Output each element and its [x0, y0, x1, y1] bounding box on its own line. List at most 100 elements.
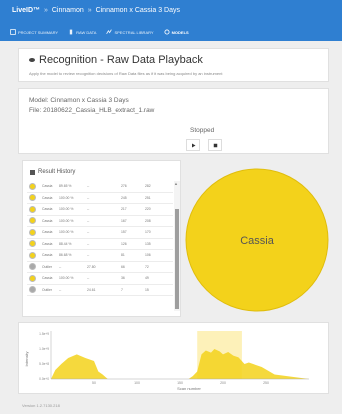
result-circle-panel: Cassia	[185, 160, 330, 317]
page-subtitle: Apply the model to review recognition de…	[29, 71, 223, 76]
row-probability: 89.65 %	[59, 184, 72, 188]
history-row[interactable]: Cassia 100.00 % -- 217 220	[27, 204, 173, 216]
library-icon	[106, 29, 113, 35]
row-probability: 100.00 %	[59, 218, 74, 223]
match-circle-icon	[29, 240, 36, 247]
tab-spectral-library[interactable]: Spectral Library	[106, 26, 154, 38]
row-start-scan: 167	[121, 218, 127, 223]
x-tick-label: 50	[92, 381, 96, 385]
tab-label: Spectral Library	[114, 29, 154, 35]
row-end-scan: 106	[145, 253, 151, 257]
row-end-scan: 15	[145, 287, 149, 292]
result-label: Cassia	[240, 235, 275, 247]
row-name: Outlier	[42, 264, 52, 269]
row-score: --	[87, 195, 90, 200]
page-title: Recognition - Raw Data Playback	[29, 54, 203, 66]
row-name: Cassia	[42, 207, 53, 211]
row-start-scan: 66	[121, 264, 125, 269]
row-end-scan: 282	[145, 184, 151, 188]
row-probability: 100.00 %	[59, 230, 74, 234]
row-score: --	[87, 241, 90, 246]
page-title-text: Recognition - Raw Data Playback	[39, 54, 203, 66]
history-row[interactable]: Cassia 89.65 % -- 276 282	[27, 181, 173, 193]
match-circle-icon	[29, 182, 36, 190]
play-button[interactable]	[186, 139, 200, 151]
row-score: 24.61	[87, 287, 96, 292]
history-row[interactable]: Cassia 100.00 % -- 36 49	[27, 273, 173, 285]
tab-label: Models	[171, 29, 189, 35]
y-tick-label: 0.0e+0	[39, 377, 49, 381]
match-circle-icon	[29, 274, 36, 282]
app-brand[interactable]: LiveID™	[12, 7, 40, 14]
row-score: --	[87, 276, 90, 280]
row-name: Cassia	[42, 253, 53, 257]
row-score: 27.80	[87, 264, 96, 269]
row-end-scan: 135	[145, 241, 151, 246]
history-scrollbar[interactable]: ▲	[174, 181, 180, 311]
series-area	[51, 349, 309, 379]
tab-models[interactable]: Models	[164, 26, 189, 38]
row-score: --	[87, 218, 90, 223]
row-probability: 86.68 %	[59, 253, 72, 257]
result-history-header: Result History	[30, 169, 75, 175]
history-row[interactable]: Cassia 100.00 % -- 157 170	[27, 227, 173, 239]
play-icon	[191, 143, 195, 147]
row-name: Cassia	[42, 218, 53, 223]
row-probability: 100.00 %	[59, 207, 74, 211]
row-name: Cassia	[42, 276, 53, 280]
history-row[interactable]: Outlier -- 27.80 66 72	[27, 262, 173, 273]
row-start-scan: 245	[121, 195, 127, 200]
match-circle-icon	[29, 217, 36, 224]
scroll-up-icon[interactable]: ▲	[174, 181, 178, 186]
row-start-scan: 276	[121, 184, 127, 188]
row-score: --	[87, 207, 90, 211]
tab-raw-data[interactable]: Raw Data	[68, 26, 96, 38]
history-row[interactable]: Cassia 100.00 % -- 167 208	[27, 216, 173, 227]
row-start-scan: 81	[121, 253, 125, 257]
result-circle-svg: Cassia	[185, 168, 329, 312]
outlier-circle-icon	[29, 286, 36, 293]
row-end-scan: 170	[145, 230, 151, 234]
row-end-scan: 72	[145, 264, 149, 269]
breadcrumb-model[interactable]: Cinnamon x Cassia 3 Days	[96, 7, 180, 14]
x-axis-label: Scan number	[177, 386, 201, 391]
row-name: Outlier	[42, 287, 52, 292]
stop-button[interactable]	[208, 139, 222, 151]
breadcrumb-separator: »	[87, 7, 92, 14]
tab-project-summary[interactable]: Project Summary	[10, 26, 58, 38]
breadcrumb-separator: »	[43, 7, 48, 14]
row-end-scan: 49	[145, 276, 149, 280]
nav-tabs: Project Summary Raw Data Spectral Librar…	[10, 26, 189, 38]
row-start-scan: 7	[121, 287, 123, 292]
outlier-circle-icon	[29, 263, 36, 270]
history-row[interactable]: Cassia 100.00 % -- 245 251	[27, 193, 173, 204]
recognition-icon	[29, 58, 35, 62]
x-tick-label: 100	[134, 381, 140, 385]
row-name: Cassia	[42, 195, 53, 200]
row-end-scan: 251	[145, 195, 151, 200]
version-text: Version 1.2.7130.218	[22, 403, 60, 408]
top-bar: LiveID™ » Cinnamon » Cinnamon x Cassia 3…	[0, 0, 342, 41]
history-row[interactable]: Cassia 88.44 % -- 126 135	[27, 239, 173, 250]
x-tick-label: 250	[263, 381, 269, 385]
models-icon	[164, 29, 170, 35]
match-circle-icon	[29, 205, 36, 213]
intensity-chart: Intensity Scan number 50 100 150 200 250 0.0e…	[24, 331, 309, 391]
row-start-scan: 217	[121, 207, 127, 211]
history-scrollbar-thumb[interactable]	[175, 209, 179, 309]
breadcrumb-project[interactable]: Cinnamon	[52, 7, 84, 14]
y-axis-label: Intensity	[24, 352, 29, 367]
history-icon	[30, 169, 35, 175]
y-tick-label: 1.0e+9	[39, 347, 49, 351]
tab-label: Raw Data	[76, 29, 97, 35]
row-start-scan: 126	[121, 241, 127, 246]
y-tick-label: 5.0e+8	[39, 362, 49, 366]
row-name: Cassia	[42, 241, 53, 246]
row-probability: 100.00 %	[59, 276, 74, 280]
history-row[interactable]: Outlier -- 24.61 7 15	[27, 285, 173, 296]
summary-icon	[10, 29, 16, 35]
breadcrumb: LiveID™ » Cinnamon » Cinnamon x Cassia 3…	[12, 7, 180, 14]
row-end-scan: 208	[145, 218, 151, 223]
x-tick-label: 200	[220, 381, 226, 385]
history-row[interactable]: Cassia 86.68 % -- 81 106	[27, 250, 173, 262]
